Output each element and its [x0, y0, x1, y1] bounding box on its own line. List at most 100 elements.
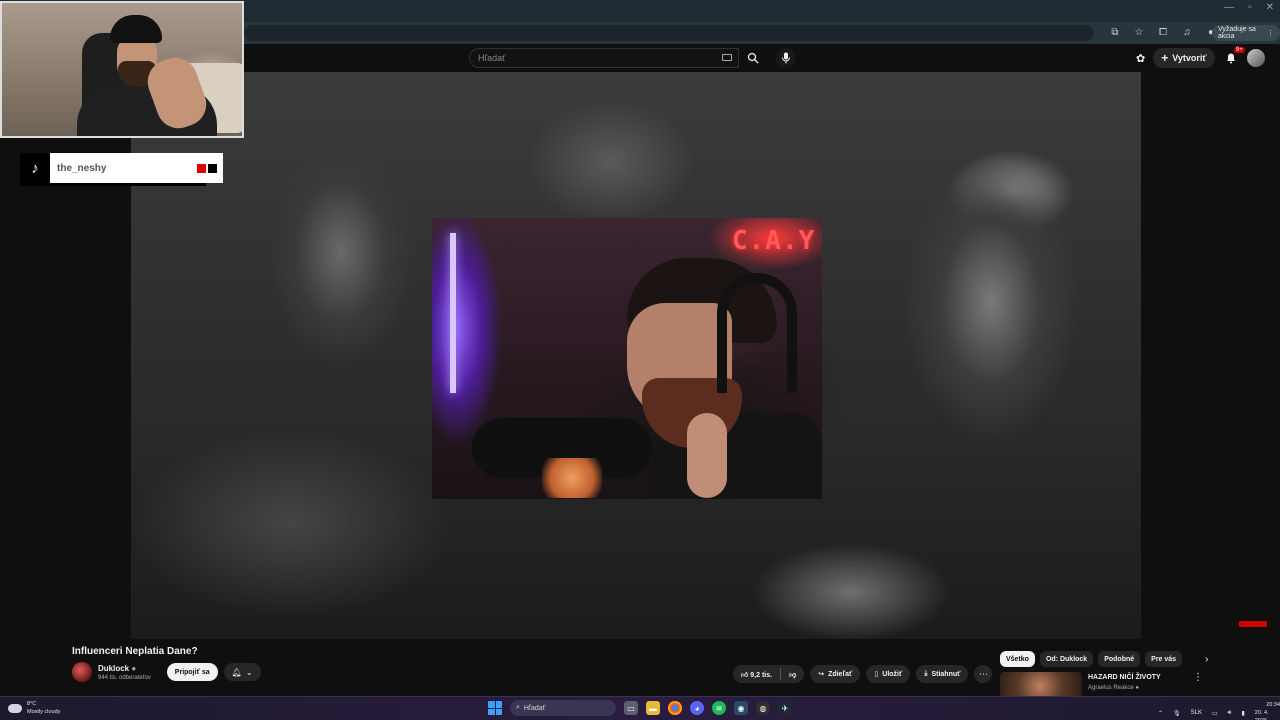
- like-dislike-group: 👍︎ 9,2 tis. 👎︎: [733, 665, 805, 683]
- webcam-overlay: [0, 1, 244, 138]
- notifications-button[interactable]: 9+: [1223, 47, 1245, 66]
- taskbar-search[interactable]: ⌕ Hľadať: [510, 700, 616, 716]
- channel-name[interactable]: Duklock ●: [98, 664, 151, 673]
- save-label: Uložiť: [882, 670, 903, 678]
- cap: [110, 15, 162, 43]
- download-button[interactable]: ⤓ Stiahnuť: [916, 665, 969, 683]
- sticker: [542, 458, 602, 498]
- like-divider: [780, 668, 782, 680]
- minimize-button[interactable]: —: [1224, 2, 1234, 13]
- bookmark-star-icon[interactable]: ☆: [1132, 25, 1146, 39]
- chevron-right-icon[interactable]: ›: [1205, 654, 1208, 665]
- volume-icon[interactable]: 🔊︎: [1228, 710, 1232, 717]
- subscription-bell-button[interactable]: 🔔︎ ⌄: [223, 663, 261, 681]
- weather-temp: 8°C: [27, 701, 37, 707]
- task-view-icon[interactable]: ▭: [624, 701, 638, 715]
- chrome-icon[interactable]: [668, 701, 682, 715]
- keyboard-icon[interactable]: [722, 54, 732, 61]
- search-icon: ⌕: [516, 704, 520, 711]
- taskbar-apps: ⌕ Hľadať ▭ ▬ ◕ ≋ ◉ ◍ ✈: [488, 700, 792, 716]
- account-avatar[interactable]: [1246, 49, 1265, 67]
- tiktok-handle: the_neshy: [57, 162, 107, 174]
- cast-icon[interactable]: ⧉: [1108, 25, 1122, 39]
- plus-icon: +: [1161, 51, 1169, 65]
- clock-time: 20:34: [1266, 702, 1280, 708]
- tiktok-tag: ♪ the_neshy: [20, 153, 223, 183]
- tray-chevron-icon[interactable]: ⌃: [1158, 710, 1163, 717]
- video-frame: C.A.Y: [432, 218, 822, 499]
- search-input[interactable]: Hľadať: [469, 48, 739, 68]
- file-explorer-icon[interactable]: ▬: [646, 701, 660, 715]
- more-actions-button[interactable]: ⋯: [974, 665, 993, 683]
- network-icon[interactable]: ▭: [1212, 710, 1218, 717]
- thumbs-down-icon: 👎︎: [789, 671, 797, 679]
- close-window-button[interactable]: ✕: [1266, 2, 1274, 13]
- action-required-button[interactable]: Vyžaduje sa akcia ⋮: [1212, 25, 1280, 41]
- cloud-icon: [8, 703, 22, 713]
- discord-icon[interactable]: ◕: [690, 701, 704, 715]
- search-button[interactable]: [739, 48, 767, 68]
- create-button[interactable]: + Vytvoriť: [1153, 48, 1215, 68]
- window-controls: — ▫ ✕: [1224, 2, 1274, 13]
- voice-search-button[interactable]: [776, 48, 796, 68]
- bookmark-icon: ▯: [874, 671, 879, 678]
- chip-for-you[interactable]: Pre vás: [1145, 651, 1183, 667]
- action-required-label: Vyžaduje sa akcia: [1218, 26, 1256, 40]
- microphone-icon: [782, 52, 790, 64]
- chip-related[interactable]: Podobné: [1098, 651, 1141, 667]
- like-button[interactable]: 👍︎ 9,2 tis.: [741, 670, 772, 679]
- tiktok-underline: [20, 183, 206, 186]
- windows-start-icon[interactable]: [488, 701, 502, 715]
- chip-from-channel[interactable]: Od: Duklock: [1039, 651, 1094, 667]
- weather-text: 8°C Mostly cloudy: [27, 700, 60, 716]
- media-icon[interactable]: ♫: [1180, 25, 1194, 39]
- recommendation-menu-icon[interactable]: ⋮: [1193, 672, 1203, 683]
- active-app-icon[interactable]: ◉: [734, 701, 748, 715]
- battery-icon[interactable]: ▮: [1241, 710, 1244, 717]
- right-margin: [1141, 72, 1280, 639]
- share-label: Zdieľať: [828, 670, 853, 678]
- recommendation-thumbnail[interactable]: [1000, 672, 1082, 698]
- weather-widget[interactable]: 8°C Mostly cloudy: [8, 700, 60, 716]
- video-extension-icon[interactable]: ✿: [1136, 52, 1145, 65]
- neon-light: [450, 233, 456, 393]
- microphone-tray-icon[interactable]: 🎙︎: [1173, 710, 1181, 717]
- recommendation-title[interactable]: HAZARD NIČÍ ŽIVOTY: [1088, 674, 1161, 681]
- like-count: 9,2 tis.: [750, 671, 773, 679]
- maximize-button[interactable]: ▫: [1248, 2, 1252, 13]
- save-button[interactable]: ▯ Uložiť: [866, 665, 911, 683]
- language-indicator[interactable]: SLK: [1191, 710, 1202, 716]
- taskbar-search-label: Hľadať: [523, 704, 546, 712]
- dislike-button[interactable]: 👎︎: [789, 670, 796, 679]
- header-right: ✿ + Vytvoriť 9+: [1136, 47, 1265, 68]
- clock[interactable]: 20:34 20. 4. 2026: [1255, 701, 1280, 720]
- screen: — ▫ ✕ ⧉ ☆ ⧠ ♫ ● Vyžaduje sa akcia ⋮ Hľad…: [0, 0, 1280, 720]
- share-icon: ↪: [818, 671, 825, 678]
- create-label: Vytvoriť: [1172, 53, 1207, 63]
- chip-all[interactable]: Všetko: [1000, 651, 1035, 667]
- thumbs-up-icon: 👍︎: [741, 671, 749, 679]
- spotify-icon[interactable]: ≋: [712, 701, 726, 715]
- obs-icon[interactable]: ◍: [756, 701, 770, 715]
- recommendation-channel-text: Agraelus Reakce: [1088, 685, 1134, 691]
- search-icon: [747, 52, 759, 64]
- address-bar[interactable]: [244, 25, 1094, 41]
- streamer-hand: [687, 413, 727, 498]
- video-player[interactable]: C.A.Y: [131, 72, 1141, 639]
- notifications-badge: 9+: [1233, 47, 1245, 53]
- extensions-icon[interactable]: ⧠: [1156, 25, 1170, 39]
- video-title: Influenceri Neplatia Dane?: [72, 646, 198, 657]
- share-button[interactable]: ↪ Zdieľať: [810, 665, 861, 683]
- red-square: [197, 163, 206, 173]
- video-actions: 👍︎ 9,2 tis. 👎︎ ↪ Zdieľať ▯ Uložiť ⤓ Stia…: [733, 665, 993, 683]
- channel-name-text: Duklock: [98, 663, 130, 673]
- steam-icon[interactable]: ✈: [778, 701, 792, 715]
- channel-row: Duklock ● 944 tis. odberateľov Pripojiť …: [72, 662, 261, 682]
- weather-desc: Mostly cloudy: [27, 709, 61, 715]
- channel-avatar[interactable]: [72, 662, 92, 682]
- neon-sign: C.A.Y: [732, 226, 816, 256]
- join-button[interactable]: Pripojiť sa: [166, 663, 218, 681]
- tiktok-icon: ♪: [20, 153, 50, 183]
- subscriber-count: 944 tis. odberateľov: [98, 674, 151, 681]
- recommendation-chips: Všetko Od: Duklock Podobné Pre vás ›: [1000, 651, 1208, 667]
